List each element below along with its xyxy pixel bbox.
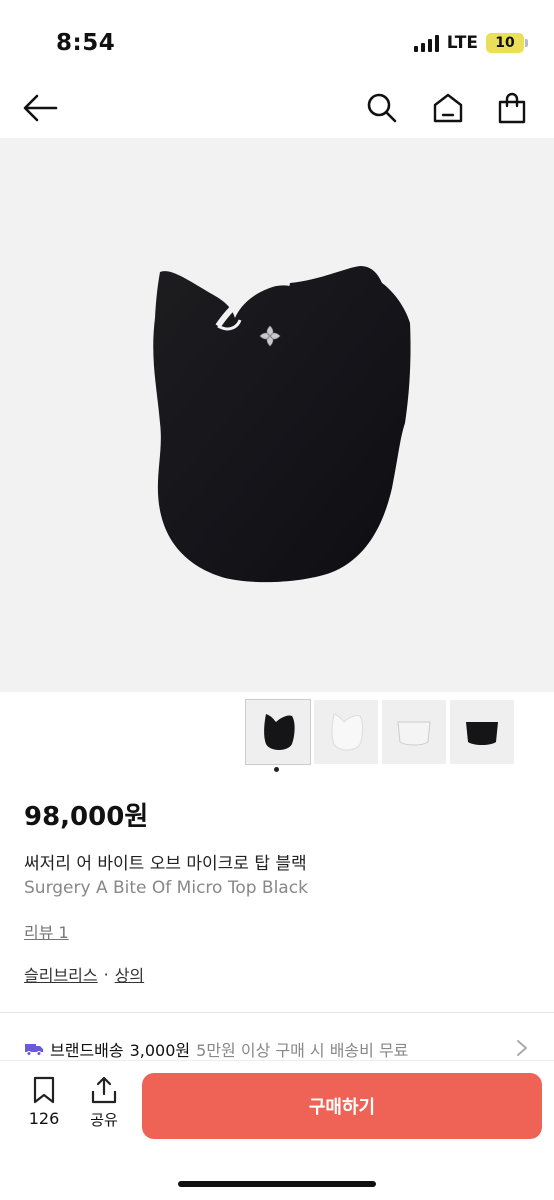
status-time: 8:54 xyxy=(56,30,116,56)
delivery-truck-icon xyxy=(25,1044,43,1056)
shopping-bag-icon xyxy=(498,92,526,124)
shipping-info-row[interactable]: 브랜드배송 3,000원 5만원 이상 구매 시 배송비 무료 xyxy=(24,1037,534,1061)
arrow-left-icon xyxy=(23,94,58,122)
thumbnail-4[interactable] xyxy=(450,700,514,764)
search-icon xyxy=(367,93,397,123)
product-main-image[interactable] xyxy=(0,138,554,692)
home-button[interactable] xyxy=(428,88,468,128)
chevron-right-icon xyxy=(517,1040,527,1056)
status-indicators: LTE 10 xyxy=(413,33,528,53)
product-name-english: Surgery A Bite Of Micro Top Black xyxy=(24,878,308,898)
search-button[interactable] xyxy=(362,88,402,128)
bookmark-count: 126 xyxy=(28,1109,60,1128)
shipping-fee: 3,000원 xyxy=(129,1041,191,1060)
status-bar: 8:54 LTE 10 xyxy=(0,0,554,80)
divider xyxy=(0,1012,554,1013)
thumbnail-2[interactable] xyxy=(314,700,378,764)
home-indicator xyxy=(178,1181,376,1187)
signal-icon xyxy=(413,34,439,52)
category-separator: · xyxy=(103,964,109,984)
bottom-action-bar: 126 공유 구매하기 xyxy=(0,1060,554,1200)
share-button[interactable]: 공유 xyxy=(84,1075,124,1130)
bookmark-icon xyxy=(33,1076,55,1104)
home-icon xyxy=(433,93,463,123)
category-link-top[interactable]: 상의 xyxy=(115,962,144,986)
product-name-korean: 써저리 어 바이트 오브 마이크로 탑 블랙 xyxy=(24,854,307,874)
thumbnail-strip xyxy=(245,699,514,765)
category-link-brand[interactable]: 슬리브리스 xyxy=(24,962,98,986)
category-breadcrumb: 슬리브리스 · 상의 xyxy=(24,962,144,986)
shipping-note: 5만원 이상 구매 시 배송비 무료 xyxy=(196,1041,409,1060)
thumbnail-3[interactable] xyxy=(382,700,446,764)
thumbnail-1[interactable] xyxy=(245,699,311,765)
battery-level: 10 xyxy=(495,35,515,51)
battery-icon: 10 xyxy=(486,33,528,53)
cart-button[interactable] xyxy=(492,88,532,128)
share-label: 공유 xyxy=(90,1111,118,1129)
share-icon xyxy=(91,1076,117,1104)
crop-top-image xyxy=(153,266,411,583)
network-type: LTE xyxy=(446,33,478,53)
product-price: 98,000원 xyxy=(24,802,149,832)
shipping-label: 브랜드배송 xyxy=(50,1041,124,1060)
gallery-page-indicator xyxy=(274,767,279,772)
back-button[interactable] xyxy=(20,88,60,128)
top-nav xyxy=(0,80,554,136)
bookmark-button[interactable]: 126 xyxy=(24,1075,64,1128)
review-link[interactable]: 리뷰 1 xyxy=(24,919,69,943)
buy-button[interactable]: 구매하기 xyxy=(142,1073,542,1139)
